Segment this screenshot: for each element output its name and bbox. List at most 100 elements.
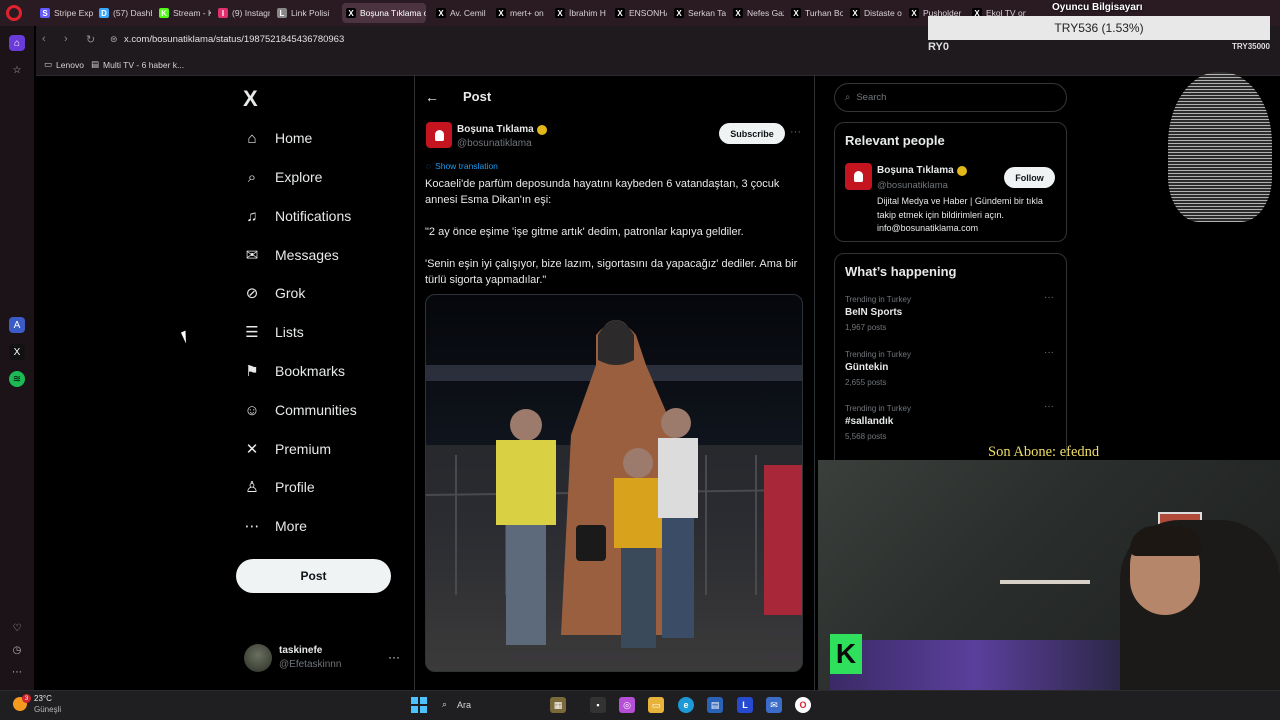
weather-badge: 3 bbox=[22, 694, 31, 703]
tab-favicon-icon: X bbox=[555, 8, 565, 18]
browser-tab[interactable]: X Nefes Gaz bbox=[729, 3, 784, 23]
avatar[interactable] bbox=[244, 644, 272, 672]
history-icon[interactable]: ◷ bbox=[9, 642, 25, 658]
nav-item-messages[interactable]: ✉ Messages bbox=[243, 238, 339, 272]
author-name[interactable]: Boşuna Tıklama bbox=[457, 124, 547, 135]
follow-button[interactable]: Follow bbox=[1004, 167, 1055, 188]
opera-logo-icon[interactable] bbox=[6, 5, 22, 21]
browser-tab[interactable]: X ENSONHA bbox=[611, 3, 667, 23]
account-more-icon[interactable]: ··· bbox=[388, 650, 400, 664]
bookmark-icon: ⚑ bbox=[245, 363, 259, 380]
app-l-icon[interactable]: L bbox=[737, 697, 753, 713]
spotify-icon[interactable]: ≋ bbox=[9, 371, 25, 387]
nav-item-explore[interactable]: ⌕ Explore bbox=[243, 160, 323, 194]
author-handle[interactable]: @bosunatiklama bbox=[457, 138, 532, 149]
nav-item-profile[interactable]: ♙ Profile bbox=[243, 470, 314, 504]
nav-item-grok[interactable]: ⊘ Grok bbox=[243, 276, 306, 310]
nav-item-bookmarks[interactable]: ⚑ Bookmarks bbox=[243, 354, 345, 388]
person-handle[interactable]: @bosunatiklama bbox=[877, 180, 948, 191]
nav-item-notifications[interactable]: ♫ Notifications bbox=[243, 199, 351, 233]
file-explorer-icon[interactable]: ▪ bbox=[590, 697, 606, 713]
author-avatar[interactable] bbox=[426, 122, 452, 148]
account-handle[interactable]: @Efetaskinnn bbox=[279, 659, 341, 670]
nav-item-label: Premium bbox=[275, 441, 332, 457]
search-input[interactable]: ⌕ Search bbox=[834, 83, 1067, 112]
opera-taskbar-icon[interactable]: O bbox=[795, 697, 811, 713]
nav-item-communities[interactable]: ☺ Communities bbox=[243, 393, 356, 427]
kick-logo-icon: K bbox=[830, 634, 862, 674]
browser-tab[interactable]: X İbrahim H bbox=[551, 3, 607, 23]
mail-icon[interactable]: ✉ bbox=[766, 697, 782, 713]
windows-start-icon[interactable] bbox=[411, 697, 427, 713]
trend-more-icon[interactable]: ··· bbox=[1044, 347, 1054, 358]
show-translation-link[interactable]: ◌ Show translation bbox=[426, 161, 498, 171]
taskbar bbox=[0, 690, 1280, 720]
taskbar-search[interactable]: ⌕ Ara bbox=[442, 699, 471, 710]
home-icon: ⌂ bbox=[247, 129, 257, 147]
person-avatar[interactable] bbox=[845, 163, 872, 190]
account-name[interactable]: taskinefe bbox=[279, 645, 322, 656]
trend-more-icon[interactable]: ··· bbox=[1044, 401, 1054, 412]
browser-tab[interactable]: X Distaste or bbox=[846, 3, 902, 23]
store-icon[interactable]: ▤ bbox=[707, 697, 723, 713]
bookmark-multi-tv[interactable]: ▤ Multi TV - 6 haber k... bbox=[91, 59, 184, 70]
tab-label: Serkan Tar bbox=[688, 8, 726, 18]
trend-name[interactable]: #sallandık bbox=[845, 416, 893, 427]
post-button[interactable]: Post bbox=[236, 559, 391, 593]
trend-posts: 5,568 posts bbox=[845, 432, 887, 441]
trend-more-icon[interactable]: ··· bbox=[1044, 292, 1054, 303]
browser-tab[interactable]: Xmert+ on bbox=[492, 3, 548, 23]
bookmarks-bar bbox=[36, 54, 1280, 76]
browser-tab[interactable]: X Serkan Tar bbox=[670, 3, 726, 23]
tab-label: Distaste or bbox=[864, 8, 902, 18]
browser-tab[interactable]: S Stripe Expr bbox=[36, 3, 93, 23]
tab-label: Boşuna Tıklama on bbox=[360, 8, 426, 18]
browser-tab[interactable]: I (9) Instagr bbox=[214, 3, 270, 23]
nav-item-more[interactable]: ⋯ More bbox=[243, 509, 307, 543]
widgets-icon[interactable]: ▦ bbox=[550, 697, 566, 713]
post-more-icon[interactable]: ··· bbox=[790, 126, 801, 138]
temperature[interactable]: 23°C bbox=[34, 694, 52, 703]
person-icon: ♙ bbox=[245, 479, 259, 496]
subscribe-button[interactable]: Subscribe bbox=[719, 123, 785, 144]
star-icon[interactable]: ☆ bbox=[9, 62, 25, 78]
x-logo[interactable]: X bbox=[243, 86, 258, 112]
bookmark-lenovo[interactable]: ▭ Lenovo bbox=[44, 59, 84, 70]
nav-item-home[interactable]: ⌂ Home bbox=[243, 121, 312, 155]
nav-item-premium[interactable]: ✕ Premium bbox=[243, 432, 331, 466]
page-title: Post bbox=[463, 89, 492, 104]
browser-tab[interactable]: D (57) Dashb bbox=[95, 3, 152, 23]
site-info-icon[interactable]: ⊜ bbox=[110, 34, 118, 45]
forward-arrow-icon[interactable]: › bbox=[64, 33, 68, 45]
x-app-icon[interactable]: X bbox=[9, 344, 25, 360]
tab-favicon-icon: X bbox=[496, 8, 506, 18]
back-arrow-icon[interactable]: ← bbox=[425, 89, 439, 105]
browser-tab[interactable]: L Link Polisi bbox=[273, 3, 335, 23]
tab-favicon-icon: I bbox=[218, 8, 228, 18]
person-name[interactable]: Boşuna Tıklama bbox=[877, 165, 967, 176]
tab-label: ENSONHA bbox=[629, 8, 667, 18]
home-icon[interactable]: ⌂ bbox=[9, 35, 25, 51]
browser-tab[interactable]: X Turhan Bo bbox=[787, 3, 843, 23]
folder-icon[interactable]: ▭ bbox=[648, 697, 664, 713]
trend-name[interactable]: BeIN Sports bbox=[845, 307, 902, 318]
more-icon[interactable]: ⋯ bbox=[9, 664, 25, 680]
copilot-icon[interactable]: ◎ bbox=[619, 697, 635, 713]
trend-name[interactable]: Güntekin bbox=[845, 362, 888, 373]
tab-label: Stripe Expr bbox=[54, 8, 93, 18]
bookmark-label: Lenovo bbox=[56, 59, 84, 70]
browser-tab[interactable]: X Boşuna Tıklama on bbox=[342, 3, 426, 23]
url-field[interactable]: x.com/bosunatiklama/status/1987521845436… bbox=[124, 34, 344, 45]
browser-tab[interactable]: K Stream - K bbox=[155, 3, 211, 23]
reload-icon[interactable]: ↻ bbox=[86, 33, 95, 46]
weather-condition[interactable]: Güneşli bbox=[34, 705, 61, 714]
tab-favicon-icon: X bbox=[791, 8, 801, 18]
heart-icon[interactable]: ♡ bbox=[9, 620, 25, 636]
edge-icon[interactable]: e bbox=[678, 697, 694, 713]
nav-item-lists[interactable]: ☰ Lists bbox=[243, 315, 304, 349]
tweet-photo[interactable] bbox=[425, 294, 803, 672]
back-arrow-icon[interactable]: ‹ bbox=[42, 33, 46, 45]
tweet-paragraph: "2 ay önce eşime 'işe gitme artık' dedim… bbox=[425, 226, 744, 238]
aria-icon[interactable]: A bbox=[9, 317, 25, 333]
browser-tab[interactable]: X Av. Cemil bbox=[432, 3, 488, 23]
